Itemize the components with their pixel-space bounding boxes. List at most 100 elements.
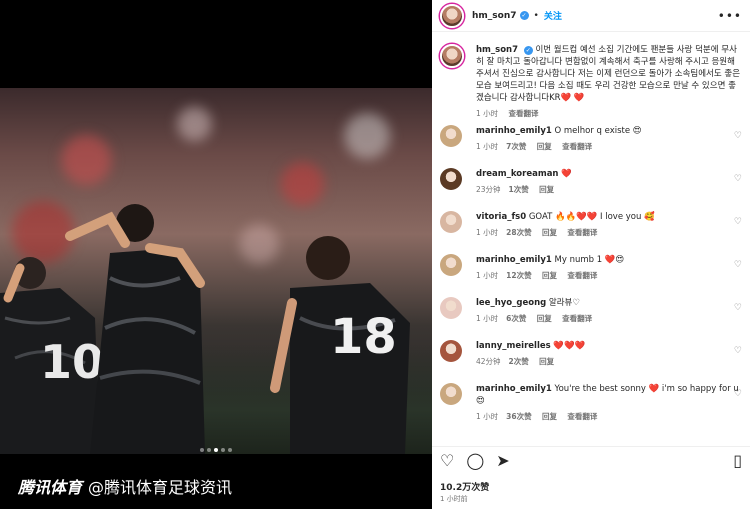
post-time: 1 小时前 bbox=[440, 495, 468, 503]
comment-likes[interactable]: 36次赞 bbox=[506, 412, 531, 421]
follow-button[interactable]: 关注 bbox=[544, 9, 562, 22]
translate-button[interactable]: 查看翻译 bbox=[562, 142, 592, 151]
verified-icon: ✓ bbox=[519, 11, 529, 20]
comment-meta: 1 小时 28次赞 回复 查看翻译 bbox=[476, 227, 742, 238]
caption-translate[interactable]: 查看翻译 bbox=[509, 109, 539, 118]
comment-text: GOAT 🔥🔥❤️❤️ I love you 🥰 bbox=[528, 212, 655, 222]
translate-button[interactable]: 查看翻译 bbox=[567, 228, 597, 237]
comment-meta: 23分钟 1次赞 回复 bbox=[476, 184, 742, 195]
commenter-avatar[interactable] bbox=[440, 297, 462, 319]
comment-time: 1 小时 bbox=[476, 228, 499, 237]
translate-button[interactable]: 查看翻译 bbox=[567, 271, 597, 280]
watermark: 腾讯体育 @腾讯体育足球资讯 bbox=[18, 474, 232, 498]
caption-time: 1 小时 bbox=[476, 109, 499, 118]
share-icon[interactable]: ➤ bbox=[496, 451, 509, 470]
like-count[interactable]: 10.2万次赞 bbox=[440, 480, 489, 493]
comment-likes[interactable]: 6次赞 bbox=[506, 314, 526, 323]
caption-username[interactable]: hm_son7 bbox=[476, 45, 518, 55]
comment-text: ❤️ bbox=[561, 169, 572, 179]
comment-likes[interactable]: 2次赞 bbox=[509, 357, 529, 366]
post-panel: hm_son7 ✓ • 关注 ••• hm_son7 ✓ 이번 월드컵 예선 소… bbox=[432, 0, 750, 509]
jersey-number-10: 10 bbox=[40, 335, 104, 389]
comments-scroll[interactable]: hm_son7 ✓ 이번 월드컵 예선 소집 기간에도 팬분들 사랑 덕분에 무… bbox=[432, 36, 750, 440]
comment-heart-icon[interactable]: ♡ bbox=[734, 260, 742, 270]
comment-time: 42分钟 bbox=[476, 357, 501, 366]
comment-text: O melhor q existe 😍 bbox=[554, 126, 642, 136]
comment-text-block: lee_hyo_geong 알라뷰♡ bbox=[476, 297, 742, 309]
carousel-dots bbox=[0, 437, 432, 456]
verified-icon: ✓ bbox=[523, 46, 533, 55]
post-photo[interactable]: 10 18 bbox=[0, 88, 432, 454]
reply-button[interactable]: 回复 bbox=[539, 185, 554, 194]
comment-item: marinho_emily1 My numb 1 ❤️😍 1 小时 12次赞 回复 … bbox=[432, 254, 750, 292]
comment-time: 23分钟 bbox=[476, 185, 501, 194]
comment-username[interactable]: marinho_emily1 bbox=[476, 126, 552, 136]
bookmark-icon[interactable]: ▯ bbox=[733, 451, 742, 470]
heart-icon[interactable]: ♡ bbox=[440, 451, 454, 470]
post-header: hm_son7 ✓ • 关注 ••• bbox=[432, 0, 750, 32]
comment-text-block: marinho_emily1 O melhor q existe 😍 bbox=[476, 125, 742, 137]
comment-heart-icon[interactable]: ♡ bbox=[734, 217, 742, 227]
comment-username[interactable]: lee_hyo_geong bbox=[476, 298, 546, 308]
comment-meta: 42分钟 2次赞 回复 bbox=[476, 356, 742, 367]
comment-time: 1 小时 bbox=[476, 412, 499, 421]
comment-icon[interactable]: ◯ bbox=[466, 451, 484, 470]
translate-button[interactable]: 查看翻译 bbox=[567, 412, 597, 421]
more-options-icon[interactable]: ••• bbox=[718, 9, 742, 23]
action-bar: ♡ ◯ ➤ ▯ bbox=[432, 446, 750, 474]
caption-meta: 1 小时 查看翻译 bbox=[476, 108, 742, 119]
comment-heart-icon[interactable]: ♡ bbox=[734, 131, 742, 141]
jersey-number-18: 18 bbox=[330, 309, 397, 365]
comment-meta: 1 小时 36次赞 回复 查看翻译 bbox=[476, 411, 742, 422]
comment-item: marinho_emily1 O melhor q existe 😍 1 小时 7次… bbox=[432, 125, 750, 163]
player-10: 10 bbox=[0, 257, 104, 454]
comment-text: My numb 1 ❤️😍 bbox=[554, 255, 625, 265]
comment-heart-icon[interactable]: ♡ bbox=[734, 174, 742, 184]
comment-heart-icon[interactable]: ♡ bbox=[734, 346, 742, 356]
comment-likes[interactable]: 12次赞 bbox=[506, 271, 531, 280]
reply-button[interactable]: 回复 bbox=[539, 357, 554, 366]
comment-item: lanny_meirelles ❤️❤️❤️ 42分钟 2次赞 回复 ♡ bbox=[432, 340, 750, 378]
player-18: 18 bbox=[270, 236, 410, 454]
comment-item: vitoria_fs0 GOAT 🔥🔥❤️❤️ I love you 🥰 1 小时… bbox=[432, 211, 750, 249]
commenter-avatar[interactable] bbox=[440, 168, 462, 190]
watermark-brand: 腾讯体育 bbox=[18, 478, 83, 497]
comment-likes[interactable]: 28次赞 bbox=[506, 228, 531, 237]
comment-text-block: dream_koreaman ❤️ bbox=[476, 168, 742, 180]
commenter-avatar[interactable] bbox=[440, 211, 462, 233]
comment-username[interactable]: lanny_meirelles bbox=[476, 341, 551, 351]
commenter-avatar[interactable] bbox=[440, 340, 462, 362]
comment-likes[interactable]: 1次赞 bbox=[509, 185, 529, 194]
comment-meta: 1 小时 12次赞 回复 查看翻译 bbox=[476, 270, 742, 281]
comment-username[interactable]: marinho_emily1 bbox=[476, 255, 552, 265]
comment-text: ❤️❤️❤️ bbox=[553, 341, 586, 351]
comment-meta: 1 小时 7次赞 回复 查看翻译 bbox=[476, 141, 742, 152]
reply-button[interactable]: 回复 bbox=[537, 142, 552, 151]
commenter-avatar[interactable] bbox=[440, 125, 462, 147]
commenter-avatar[interactable] bbox=[440, 383, 462, 405]
caption-suffix: KR❤️ ❤️ bbox=[549, 93, 585, 103]
caption-text-block: hm_son7 ✓ 이번 월드컵 예선 소집 기간에도 팬분들 사랑 덕분에 무… bbox=[476, 44, 742, 104]
comment-meta: 1 小时 6次赞 回复 查看翻译 bbox=[476, 313, 742, 324]
comment-username[interactable]: vitoria_fs0 bbox=[476, 212, 526, 222]
reply-button[interactable]: 回复 bbox=[542, 228, 557, 237]
avatar[interactable] bbox=[440, 3, 464, 28]
caption: hm_son7 ✓ 이번 월드컵 예선 소집 기간에도 팬분들 사랑 덕분에 무… bbox=[432, 36, 750, 120]
reply-button[interactable]: 回复 bbox=[537, 314, 552, 323]
commenter-avatar[interactable] bbox=[440, 254, 462, 276]
caption-avatar[interactable] bbox=[440, 44, 464, 68]
comment-text-block: marinho_emily1 You're the best sonny ❤️ … bbox=[476, 383, 742, 407]
watermark-account: @腾讯体育足球资讯 bbox=[88, 478, 233, 497]
reply-button[interactable]: 回复 bbox=[542, 412, 557, 421]
comment-likes[interactable]: 7次赞 bbox=[506, 142, 526, 151]
comment-time: 1 小时 bbox=[476, 271, 499, 280]
comment-heart-icon[interactable]: ♡ bbox=[734, 389, 742, 399]
comment-username[interactable]: dream_koreaman bbox=[476, 169, 559, 179]
header-username[interactable]: hm_son7 bbox=[472, 11, 517, 21]
comment-heart-icon[interactable]: ♡ bbox=[734, 303, 742, 313]
translate-button[interactable]: 查看翻译 bbox=[562, 314, 592, 323]
comment-text-block: marinho_emily1 My numb 1 ❤️😍 bbox=[476, 254, 742, 266]
reply-button[interactable]: 回复 bbox=[542, 271, 557, 280]
comment-text: 알라뷰♡ bbox=[548, 298, 580, 308]
comment-username[interactable]: marinho_emily1 bbox=[476, 384, 552, 394]
